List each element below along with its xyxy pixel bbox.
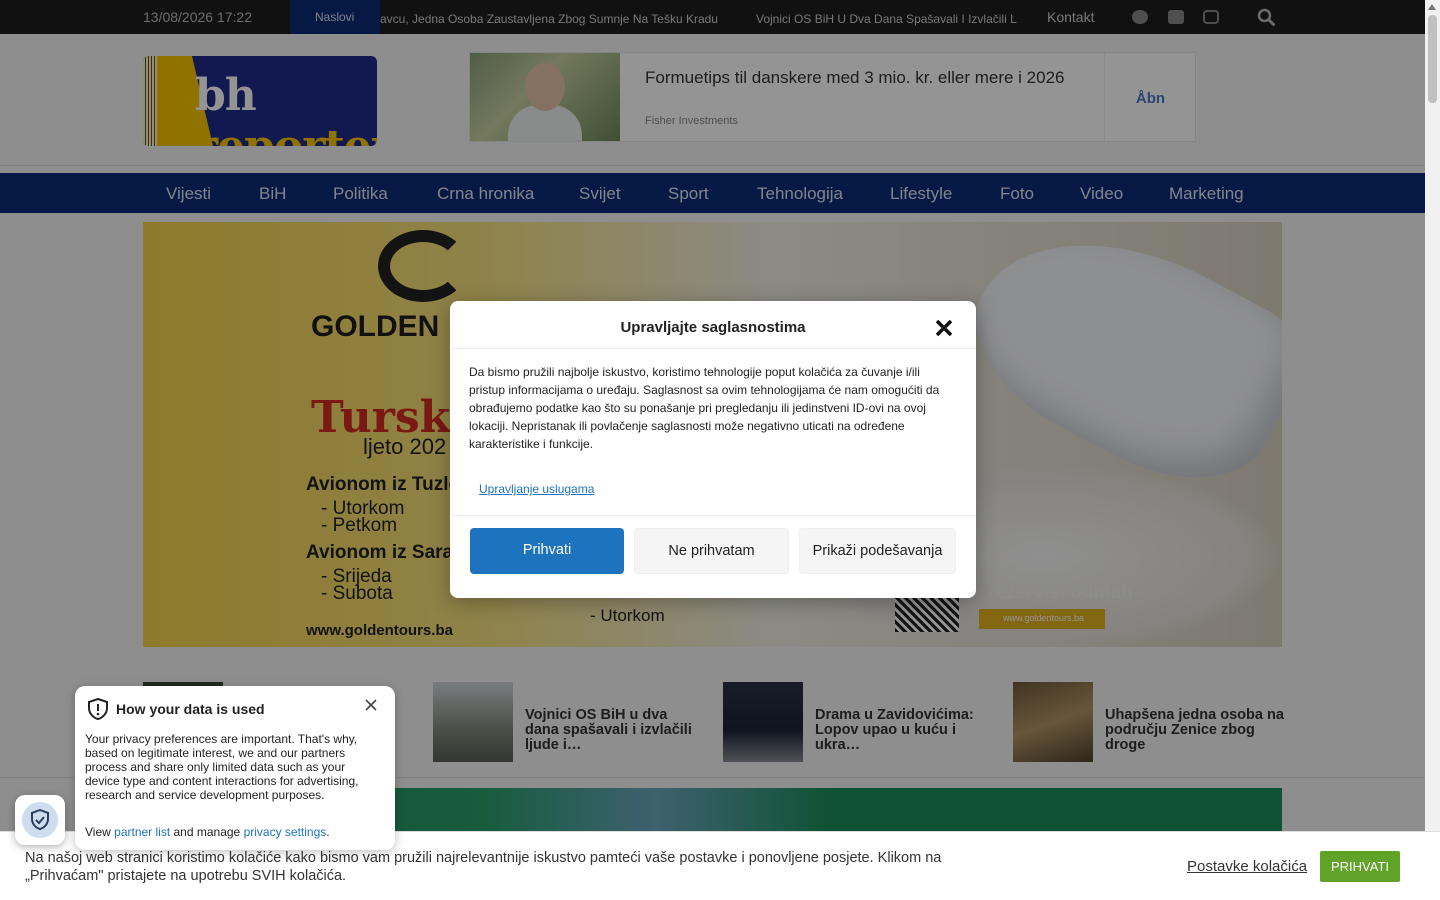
privacy-settings-link[interactable]: privacy settings: [244, 825, 327, 839]
view-preferences-button[interactable]: Prikaži podešavanja: [799, 528, 956, 574]
privacy-popup: How your data is used Your privacy prefe…: [75, 686, 395, 850]
partner-list-link[interactable]: partner list: [114, 825, 170, 839]
deny-button[interactable]: Ne prihvatam: [634, 528, 789, 574]
privacy-period: .: [326, 825, 330, 839]
accept-button[interactable]: Prihvati: [470, 528, 624, 574]
privacy-title: How your data is used: [116, 701, 265, 717]
cookie-settings-link[interactable]: Postavke kolačića: [1187, 858, 1307, 875]
modal-divider: [450, 515, 976, 516]
cookie-message: Na našoj web stranici koristimo kolačiće…: [25, 850, 942, 884]
consent-modal-body: Da bismo pružili najbolje iskustvo, kori…: [469, 365, 940, 451]
privacy-text: Your privacy preferences are important. …: [85, 732, 359, 802]
close-icon[interactable]: [364, 698, 378, 712]
shield-icon: [88, 698, 108, 720]
privacy-links: View partner list and manage privacy set…: [85, 825, 330, 839]
consent-modal: Upravljajte saglasnostima Da bismo pruži…: [450, 301, 976, 598]
page-scrollbar[interactable]: [1425, 0, 1440, 900]
privacy-settings-button[interactable]: [15, 795, 65, 845]
consent-modal-title: Upravljajte saglasnostima: [620, 319, 806, 336]
privacy-manage-text: and manage: [170, 825, 244, 839]
cookie-accept-button[interactable]: PRIHVATI: [1320, 851, 1400, 882]
scroll-up-arrow-icon[interactable]: [1428, 4, 1436, 10]
shield-check-icon: [31, 809, 49, 831]
close-icon[interactable]: [934, 318, 954, 338]
manage-services-link[interactable]: Upravljanje uslugama: [479, 482, 594, 496]
scrollbar-thumb[interactable]: [1428, 15, 1437, 103]
privacy-view-text: View: [85, 825, 115, 839]
